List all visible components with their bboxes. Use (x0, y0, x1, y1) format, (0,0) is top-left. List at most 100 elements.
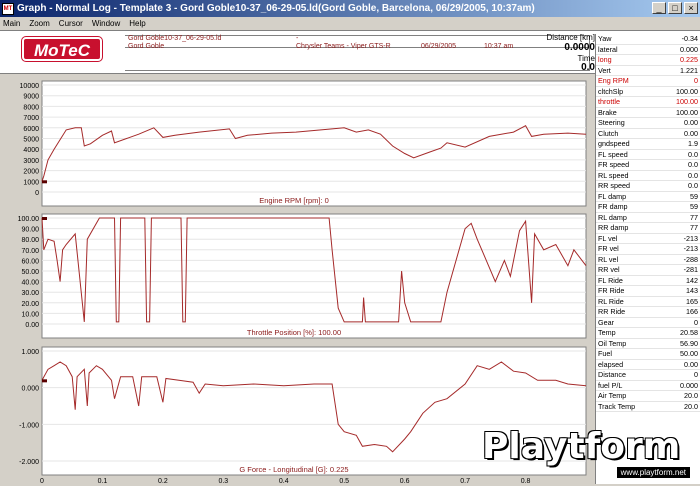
menu-cursor[interactable]: Cursor (59, 19, 83, 28)
channel-row[interactable]: RL speed 0.0 (596, 171, 700, 181)
header-dash: - (296, 35, 299, 42)
channel-name: Air Temp (598, 391, 627, 400)
y-tick-label: 50.00 (21, 269, 39, 276)
channel-row[interactable]: long 0.225 (596, 55, 700, 66)
channel-name: Eng RPM (598, 76, 629, 85)
channel-row[interactable]: gndspeed 1.9 (596, 139, 700, 150)
y-tick-label: 40.00 (21, 280, 39, 287)
menu-help[interactable]: Help (129, 19, 145, 28)
channel-value: 1.9 (688, 139, 698, 148)
channel-name: Gear (598, 317, 614, 327)
y-tick-label: 0.000 (21, 386, 39, 393)
y-tick-label: 0.00 (25, 322, 39, 329)
channel-row[interactable]: RR speed 0.0 (596, 181, 700, 192)
channel-value: 100.00 (676, 107, 698, 117)
channel-value: 20.0 (684, 391, 698, 400)
channel-value: 0 (694, 76, 698, 85)
channel-row[interactable]: Steering 0.00 (596, 118, 700, 129)
channel-value: 0.000 (680, 380, 698, 390)
channel-value: 0.00 (684, 128, 698, 138)
minimize-button[interactable]: _ (652, 2, 666, 14)
channel-row[interactable]: Brake 100.00 (596, 107, 700, 118)
channel-row[interactable]: FL vel -213 (596, 233, 700, 244)
channel-title: G Force - Longitudinal [G]: 0.225 (239, 465, 348, 474)
channel-value: -288 (683, 254, 698, 264)
channel-value: 77 (690, 212, 698, 222)
channel-value: 0.0 (688, 149, 698, 159)
y-tick-label: 9000 (23, 94, 39, 101)
channel-name: RL damp (598, 212, 627, 222)
menu-main[interactable]: Main (3, 19, 20, 28)
channel-value: 59 (690, 202, 698, 211)
close-button[interactable]: × (684, 2, 698, 14)
menu-window[interactable]: Window (92, 19, 120, 28)
plot-panel (41, 213, 587, 339)
channel-name: RR vel (598, 265, 620, 274)
channel-value: -281 (683, 265, 698, 274)
plot-area[interactable]: 10000 9000 8000 7000 6000 5000 4000 3000 2000 100… (0, 75, 594, 485)
channel-row[interactable]: Air Temp 20.0 (596, 391, 700, 402)
channel-row[interactable]: FL Ride 142 (596, 276, 700, 286)
channel-name: Oil Temp (598, 338, 627, 348)
channel-row[interactable]: RL Ride 165 (596, 297, 700, 307)
channel-value: 0 (694, 317, 698, 327)
channel-name: FL vel (598, 233, 618, 243)
channel-value: 166 (686, 307, 698, 316)
channel-row[interactable]: FR damp 59 (596, 202, 700, 213)
channel-row[interactable]: Fuel 50.00 (596, 349, 700, 360)
channel-row[interactable]: RR Ride 166 (596, 307, 700, 318)
channel-row[interactable]: Track Temp 20.0 (596, 401, 700, 412)
channel-name: RR Ride (598, 307, 626, 316)
x-tick-label: 0.6 (400, 478, 410, 484)
channel-row[interactable]: elapsed 0.00 (596, 359, 700, 370)
title-bar[interactable]: MT Graph - Normal Log - Template 3 - Gor… (0, 0, 700, 17)
channel-value: 0.00 (684, 359, 698, 369)
x-tick-label: 0 (40, 478, 44, 484)
maximize-button[interactable]: □ (668, 2, 682, 14)
channel-row[interactable]: Distance 0 (596, 370, 700, 381)
channel-name: Track Temp (598, 401, 636, 411)
channel-row[interactable]: Gear 0 (596, 317, 700, 328)
channel-row[interactable]: Eng RPM 0 (596, 76, 700, 87)
channel-value: 77 (690, 223, 698, 232)
channel-row[interactable]: FL damp 59 (596, 191, 700, 202)
menu-zoom[interactable]: Zoom (29, 19, 49, 28)
channel-row[interactable]: RL vel -288 (596, 254, 700, 265)
header-time: 10:37 am (484, 43, 514, 50)
y-tick-label: 7000 (23, 115, 39, 122)
channel-row[interactable]: FR vel -213 (596, 244, 700, 255)
app-window: MT Graph - Normal Log - Template 3 - Gor… (0, 0, 700, 485)
channel-row[interactable]: RR vel -281 (596, 265, 700, 276)
y-tick-label: 0 (35, 190, 39, 197)
channel-row[interactable]: throttle 100.00 (596, 97, 700, 108)
channel-row[interactable]: Vert 1.221 (596, 66, 700, 76)
motec-logo: MoTeC (22, 37, 102, 61)
channel-name: Distance (598, 370, 626, 379)
channel-row[interactable]: cltchSlp 100.00 (596, 87, 700, 97)
channel-row[interactable]: Clutch 0.00 (596, 128, 700, 139)
channel-list[interactable]: Yaw -0.34 lateral 0.000 long 0.225 Vert 1.221 En… (595, 34, 700, 484)
graph-canvas[interactable]: 1000090008000700060005000400030002000100… (0, 75, 594, 485)
channel-row[interactable]: Oil Temp 56.90 (596, 338, 700, 349)
channel-row[interactable]: FL speed 0.0 (596, 149, 700, 160)
channel-row[interactable]: lateral 0.000 (596, 45, 700, 55)
channel-name: Yaw (598, 34, 612, 43)
channel-row[interactable]: fuel P/L 0.000 (596, 380, 700, 391)
channel-row[interactable]: Yaw -0.34 (596, 34, 700, 45)
channel-value: 0.225 (680, 55, 698, 64)
x-tick-label: 0.2 (158, 478, 168, 484)
app-icon[interactable]: MT (2, 2, 14, 15)
y-tick-label: -1.000 (19, 422, 39, 429)
y-tick-label: 100.00 (18, 216, 40, 223)
y-tick-label: 70.00 (21, 248, 39, 255)
channel-row[interactable]: FR Ride 143 (596, 286, 700, 297)
channel-row[interactable]: Temp 20.58 (596, 328, 700, 339)
channel-row[interactable]: RL damp 77 (596, 212, 700, 223)
channel-row[interactable]: FR speed 0.0 (596, 160, 700, 171)
channel-name: FL damp (598, 191, 627, 201)
channel-name: Clutch (598, 128, 619, 138)
y-tick-label: 60.00 (21, 258, 39, 265)
channel-name: throttle (598, 97, 620, 106)
channel-value: -0.34 (681, 34, 698, 43)
channel-row[interactable]: RR damp 77 (596, 223, 700, 234)
